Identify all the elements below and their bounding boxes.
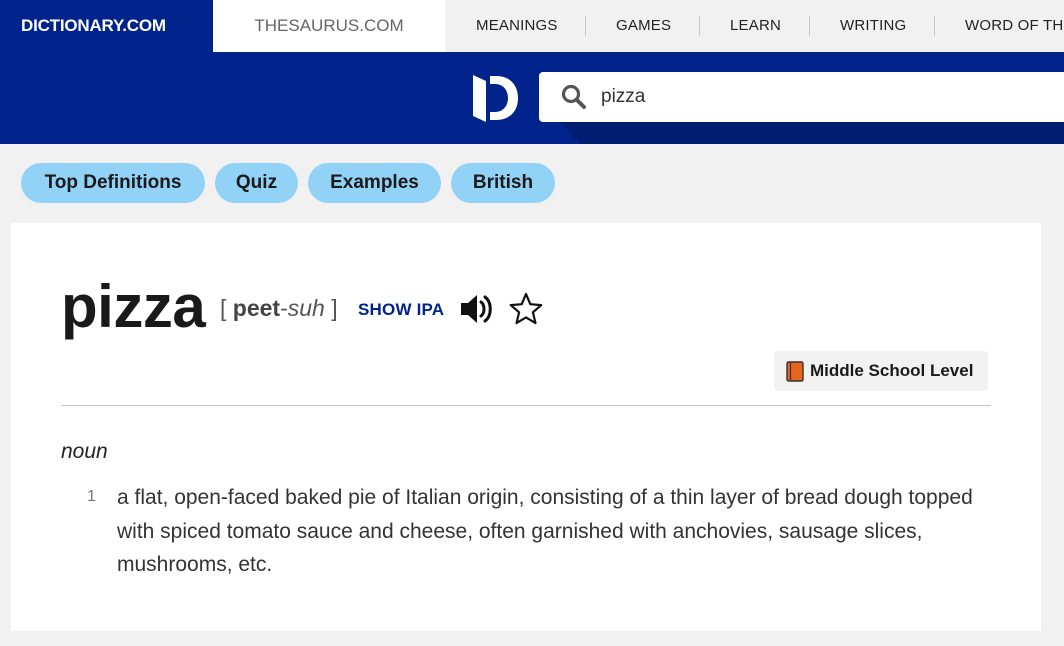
nav-separator	[585, 16, 586, 36]
search-box	[539, 72, 1064, 122]
pron-unstressed-syllable: suh	[287, 295, 325, 321]
definition-number: 1	[87, 488, 96, 505]
pronunciation: [ peet-suh ]	[220, 293, 338, 323]
show-ipa-button[interactable]: SHOW IPA	[358, 300, 444, 320]
search-icon[interactable]	[561, 84, 587, 110]
site-header	[0, 52, 1064, 144]
nav-link-meanings[interactable]: MEANINGS	[476, 0, 558, 52]
pron-bracket-open: [	[220, 295, 227, 321]
nav-link-learn[interactable]: LEARN	[730, 0, 781, 52]
pill-top-definitions[interactable]: Top Definitions	[21, 163, 205, 203]
entry-card: pizza [ peet-suh ] SHOW IPA Middle Schoo…	[11, 223, 1041, 631]
tab-dictionary[interactable]: DICTIONARY.COM	[0, 0, 213, 52]
definition-text: a flat, open-faced baked pie of Italian …	[117, 486, 973, 576]
pill-examples[interactable]: Examples	[308, 163, 441, 203]
book-icon	[786, 361, 804, 382]
part-of-speech: noun	[61, 440, 108, 463]
nav-separator	[809, 16, 810, 36]
difficulty-level-label: Middle School Level	[810, 361, 974, 380]
divider	[61, 405, 991, 406]
top-navigation: DICTIONARY.COM THESAURUS.COM MEANINGS GA…	[0, 0, 1064, 52]
pron-bracket-close: ]	[331, 295, 338, 321]
headword: pizza	[61, 273, 206, 340]
nav-link-writing[interactable]: WRITING	[840, 0, 906, 52]
tab-thesaurus[interactable]: THESAURUS.COM	[213, 0, 445, 52]
star-icon[interactable]	[508, 292, 544, 326]
pron-hyphen: -	[280, 295, 288, 321]
nav-link-games[interactable]: GAMES	[616, 0, 671, 52]
nav-separator	[699, 16, 700, 36]
dictionary-logo-icon[interactable]	[470, 72, 520, 124]
nav-link-word-of-the-day[interactable]: WORD OF THE DAY	[965, 0, 1064, 52]
search-input[interactable]	[601, 72, 1061, 122]
pron-stressed-syllable: peet	[232, 295, 281, 321]
nav-separator	[934, 16, 935, 36]
pill-quiz[interactable]: Quiz	[215, 163, 298, 203]
difficulty-level-badge[interactable]: Middle School Level	[774, 351, 988, 391]
pill-british[interactable]: British	[451, 163, 555, 203]
speaker-icon[interactable]	[460, 294, 494, 324]
